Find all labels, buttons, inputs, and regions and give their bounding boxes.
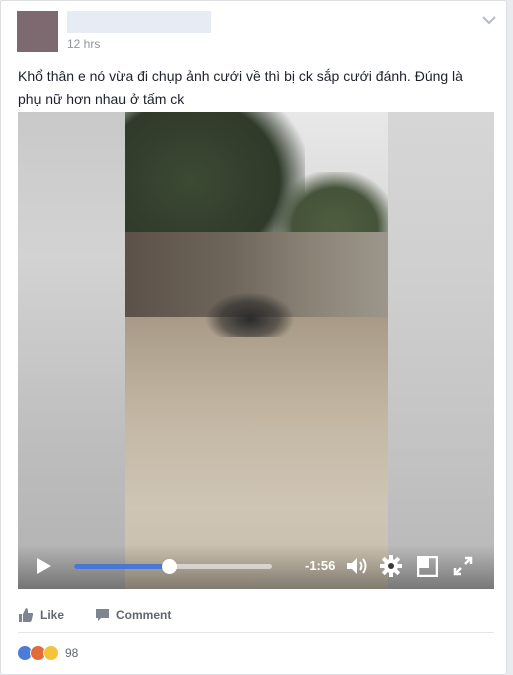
like-label: Like bbox=[40, 608, 65, 622]
video-blur-right bbox=[388, 112, 494, 589]
comment-label: Comment bbox=[116, 608, 172, 622]
resize-icon[interactable] bbox=[417, 556, 438, 577]
comment-button[interactable]: Comment bbox=[95, 604, 171, 626]
thumbs-up-icon bbox=[19, 608, 34, 622]
divider bbox=[18, 632, 494, 633]
progress-fill bbox=[74, 564, 170, 569]
progress-bar[interactable] bbox=[74, 559, 272, 574]
time-remaining: -1:56 bbox=[305, 558, 336, 573]
volume-icon[interactable] bbox=[346, 556, 370, 576]
comment-icon bbox=[96, 608, 109, 621]
video-player[interactable]: -1:56 bbox=[18, 112, 494, 589]
chevron-down-icon[interactable] bbox=[479, 13, 499, 27]
video-frame[interactable] bbox=[125, 112, 388, 589]
post-timestamp[interactable]: 12 hrs bbox=[67, 37, 100, 51]
sad-reaction-icon bbox=[43, 645, 59, 661]
reaction-count[interactable]: 98 bbox=[65, 646, 78, 660]
progress-knob[interactable] bbox=[162, 559, 178, 574]
post-actions: Like Comment bbox=[18, 604, 494, 626]
author-avatar[interactable] bbox=[17, 11, 58, 52]
post-text: Khổ thân e nó vừa đi chụp ảnh cưới về th… bbox=[18, 68, 463, 107]
reactions-summary[interactable]: 98 bbox=[17, 642, 78, 664]
fullscreen-icon[interactable] bbox=[453, 556, 473, 576]
video-blur-left bbox=[18, 112, 125, 589]
video-controls: -1:56 bbox=[18, 545, 494, 589]
author-name-redacted[interactable] bbox=[67, 11, 211, 33]
gear-icon[interactable] bbox=[380, 555, 402, 577]
scene-people bbox=[205, 292, 295, 337]
like-button[interactable]: Like bbox=[18, 604, 64, 626]
play-icon[interactable] bbox=[36, 557, 52, 575]
post-card: 12 hrs Khổ thân e nó vừa đi chụp ảnh cướ… bbox=[0, 0, 507, 675]
